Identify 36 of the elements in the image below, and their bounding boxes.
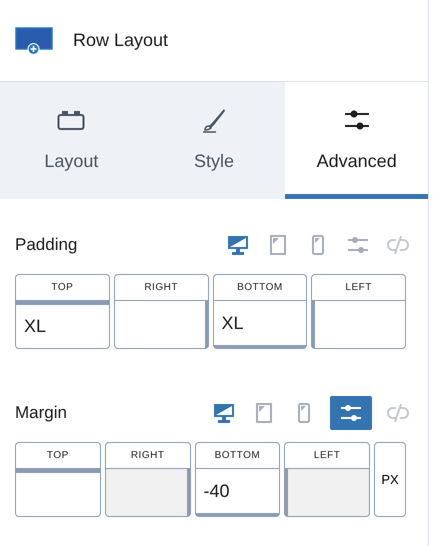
tablet-icon xyxy=(270,235,286,255)
sliders-icon xyxy=(344,108,370,132)
tab[interactable]: Layout xyxy=(0,82,143,199)
field-label: LEFT xyxy=(311,274,406,301)
row-layout-icon xyxy=(15,26,53,54)
field-label: TOP xyxy=(15,442,101,469)
desktop-icon xyxy=(228,236,248,254)
sliders-icon xyxy=(347,236,369,254)
field-label: TOP xyxy=(15,274,110,301)
sliders-icon xyxy=(340,404,362,422)
custom-values-button[interactable] xyxy=(330,396,372,430)
section-title: Padding xyxy=(15,234,78,256)
mobile-icon xyxy=(312,235,324,255)
field-label: RIGHT xyxy=(114,274,208,301)
tablet-icon xyxy=(256,403,272,423)
panel-title: Row Layout xyxy=(73,29,168,52)
field-label: BOTTOM xyxy=(194,442,280,469)
value-field[interactable]: XL xyxy=(15,301,110,349)
tab[interactable]: Advanced xyxy=(285,82,428,199)
value-field[interactable] xyxy=(15,469,101,517)
field-label: RIGHT xyxy=(104,442,190,469)
unit-button[interactable]: PX xyxy=(374,442,406,517)
section-title: Margin xyxy=(15,402,67,424)
value-field[interactable] xyxy=(311,301,406,349)
block-icon xyxy=(57,110,86,130)
desktop-icon xyxy=(214,404,234,422)
field-label: LEFT xyxy=(284,442,370,469)
mobile-icon xyxy=(298,403,310,423)
field-label: BOTTOM xyxy=(212,274,308,301)
value-field[interactable]: -40 xyxy=(194,469,280,517)
value-field[interactable] xyxy=(114,301,208,349)
value-field[interactable]: XL xyxy=(212,301,308,349)
tab[interactable]: Style xyxy=(142,82,286,199)
unlink-icon xyxy=(386,235,410,255)
unlink-icon xyxy=(386,403,410,423)
brush-icon xyxy=(201,107,227,133)
